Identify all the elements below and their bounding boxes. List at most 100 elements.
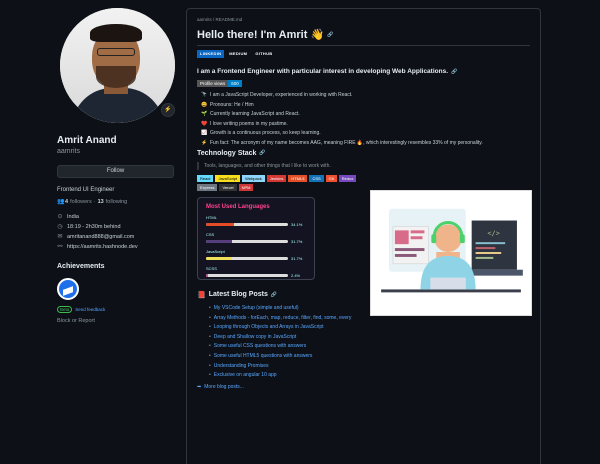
- skill-badge: React: [197, 174, 214, 182]
- language-percent: 34.1%: [291, 221, 303, 227]
- book-icon: 📕: [197, 291, 206, 299]
- follow-stats: 👥 4 followers · 13 following: [57, 198, 128, 206]
- achievements-heading: Achievements: [57, 263, 105, 270]
- follow-button[interactable]: Follow: [57, 165, 174, 178]
- developer-illustration: </>: [370, 190, 532, 316]
- language-name: CSS: [206, 231, 215, 237]
- list-item: • Some useful CSS questions with answers: [209, 343, 307, 350]
- blog-post-link[interactable]: Understanding Promises: [214, 363, 269, 369]
- skill-badge: Redux: [338, 174, 357, 182]
- status-icon[interactable]: ⚡: [161, 103, 175, 117]
- language-row: SCSS 2.4%: [206, 266, 306, 278]
- language-bar-fill: [206, 273, 208, 277]
- blog-post-link[interactable]: Some useful CSS questions with answers: [214, 343, 307, 349]
- chart-icon: 📈: [201, 130, 208, 137]
- beta-badge: Beta: [57, 306, 73, 313]
- language-bar: [206, 256, 288, 260]
- svg-text:</>: </>: [487, 229, 499, 237]
- location-item: ⊙ India: [57, 213, 79, 221]
- blog-post-link[interactable]: Array Methods - forEach, map, reduce, fi…: [214, 315, 352, 321]
- github-badge[interactable]: GITHUB: [252, 50, 276, 58]
- send-feedback-link[interactable]: Send feedback: [75, 307, 105, 312]
- profile-username: aamrits: [57, 148, 80, 155]
- heading-divider: [197, 45, 530, 46]
- blog-post-link[interactable]: My VSCode Setup (simple and useful): [214, 305, 299, 311]
- language-percent: 31.7%: [291, 255, 303, 261]
- list-item: ❤️ I love writing poems in my pastime.: [201, 120, 288, 127]
- link-icon: ⚯: [57, 244, 63, 250]
- followers-label[interactable]: followers: [70, 199, 92, 205]
- list-item: • Looping through Objects and Arrays in J…: [209, 324, 324, 331]
- list-item: • Understanding Promises: [209, 362, 269, 369]
- language-percent: 2.4%: [291, 272, 301, 278]
- profile-bio: Frontend UI Engineer: [57, 187, 115, 193]
- anchor-link-icon[interactable]: 🔗: [259, 150, 265, 156]
- anchor-link-icon[interactable]: 🔗: [271, 292, 277, 298]
- seedling-icon: 🌱: [201, 111, 208, 118]
- arrow-icon: ➡: [197, 384, 202, 391]
- blog-post-link[interactable]: Exclusive on angular 10 app: [214, 372, 277, 378]
- clock-icon: ◷: [57, 224, 63, 230]
- intro-heading: I am a Frontend Engineer with particular…: [197, 68, 458, 75]
- list-item: 📈 Growth is a continuous process, so keep…: [201, 130, 321, 137]
- following-count[interactable]: 13: [98, 199, 104, 205]
- achievement-badge-icon[interactable]: [57, 278, 79, 300]
- language-bar: [206, 273, 288, 277]
- skill-badge: HTML5: [288, 174, 308, 182]
- avatar[interactable]: [60, 8, 175, 123]
- language-name: HTML: [206, 214, 217, 220]
- skill-badges: React JavaScript Webpack Jenkins HTML5 CSS Git…: [197, 174, 363, 191]
- language-percent: 31.7%: [291, 238, 303, 244]
- list-item: ⚡ Fun fact: The acronym of my name become…: [201, 139, 483, 146]
- skill-badge: NPM: [238, 183, 254, 191]
- profile-details: ⊙ India ◷ 18:19 - 2h30m behind ✉ amritan…: [57, 213, 182, 251]
- profile-views-badge: Profile views 600: [197, 80, 530, 87]
- language-bar-fill: [206, 256, 232, 260]
- language-row: HTML 34.1%: [206, 215, 306, 227]
- blog-post-link[interactable]: Some useful HTML5 questions with answers: [214, 353, 313, 359]
- anchor-link-icon[interactable]: 🔗: [327, 32, 333, 38]
- blog-post-link[interactable]: Looping through Objects and Arrays in Ja…: [214, 324, 324, 330]
- language-bar: [206, 239, 288, 243]
- language-bar-fill: [206, 239, 232, 243]
- list-item: • Deep and Shallow copy in JavaScript: [209, 333, 297, 340]
- language-row: JavaScript 31.7%: [206, 249, 306, 261]
- skill-badge: CSS: [309, 174, 324, 182]
- localtime-item: ◷ 18:19 - 2h30m behind: [57, 223, 121, 231]
- telescope-icon: 🔭: [201, 92, 208, 98]
- languages-card-title: Most Used Languages: [206, 203, 270, 210]
- language-name: SCSS: [206, 265, 217, 271]
- skill-badge: Express: [197, 183, 218, 191]
- website-item[interactable]: ⚯ https://aamrits.hashnode.dev: [57, 243, 182, 251]
- lightning-icon: ⚡: [201, 139, 208, 146]
- skill-badge: Webpack: [242, 174, 265, 182]
- language-bar: [206, 222, 288, 226]
- blog-post-link[interactable]: Deep and Shallow copy in JavaScript: [214, 334, 297, 340]
- block-report-link[interactable]: Block or Report: [57, 318, 182, 324]
- more-posts-link[interactable]: ➡ More blog posts...: [197, 384, 530, 390]
- followers-count[interactable]: 4: [65, 199, 68, 205]
- list-item: 🌱 Currently learning JavaScript and React…: [201, 111, 300, 118]
- language-row: CSS 31.7%: [206, 232, 306, 244]
- skill-badge: Git: [325, 174, 337, 182]
- tools-quote: Tools, languages, and other things that …: [197, 161, 530, 170]
- profile-fullname: Amrit Anand: [57, 135, 117, 146]
- tech-stack-heading: Technology Stack 🔗: [197, 149, 266, 157]
- people-icon: 👥: [57, 199, 65, 205]
- linkedin-badge[interactable]: LINKEDIN: [197, 50, 225, 58]
- facts-list: 🔭 I am a JavaScript Developer, experience…: [201, 92, 530, 146]
- readme-panel: aamrits / README.md Hello there! I'm Amr…: [186, 8, 541, 464]
- skill-badge: Jenkins: [266, 174, 287, 182]
- language-name: JavaScript: [206, 248, 225, 254]
- medium-badge[interactable]: MEDIUM: [226, 50, 251, 58]
- language-bar-fill: [206, 222, 234, 226]
- following-label[interactable]: following: [106, 199, 127, 205]
- list-item: • Some useful HTML5 questions with answer…: [209, 352, 313, 359]
- readme-path[interactable]: aamrits / README.md: [197, 17, 530, 22]
- anchor-link-icon[interactable]: 🔗: [451, 69, 457, 75]
- email-item[interactable]: ✉ amritanand888@gmail.com: [57, 233, 182, 241]
- achievements-beta-row: Beta Send feedback: [57, 306, 182, 313]
- skill-badge: JavaScript: [215, 174, 241, 182]
- smile-icon: 😄: [201, 101, 208, 108]
- skill-badge: Vercel: [219, 183, 237, 191]
